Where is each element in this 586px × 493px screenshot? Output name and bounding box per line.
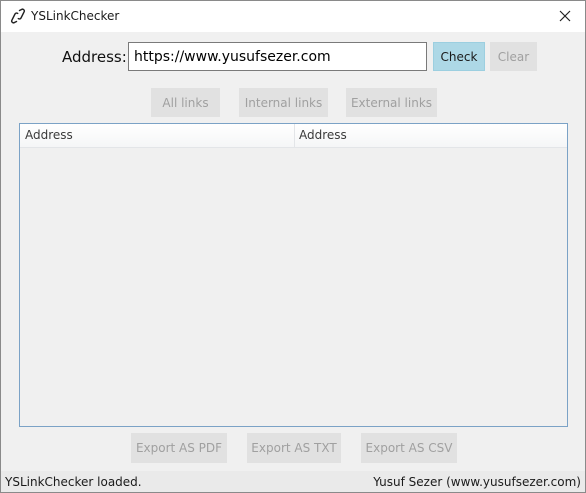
- author-credit: Yusuf Sezer (www.yusufsezer.com): [373, 475, 581, 489]
- external-links-button[interactable]: External links: [346, 88, 437, 117]
- export-csv-button[interactable]: Export AS CSV: [361, 433, 457, 463]
- status-message: YSLinkChecker loaded.: [5, 475, 142, 489]
- address-label: Address:: [62, 48, 127, 66]
- close-button[interactable]: [545, 1, 585, 32]
- links-list[interactable]: Address Address: [19, 123, 568, 427]
- export-pdf-button[interactable]: Export AS PDF: [131, 433, 227, 463]
- list-header: Address Address: [20, 124, 567, 148]
- link-icon: [10, 8, 26, 24]
- check-button[interactable]: Check: [433, 42, 485, 71]
- clear-button[interactable]: Clear: [490, 42, 537, 71]
- export-txt-button[interactable]: Export AS TXT: [247, 433, 341, 463]
- address-input[interactable]: [128, 42, 427, 71]
- column-header-address-2[interactable]: Address: [294, 124, 567, 147]
- internal-links-button[interactable]: Internal links: [239, 88, 328, 117]
- close-icon: [559, 7, 571, 26]
- title-bar[interactable]: YSLinkChecker: [1, 1, 585, 32]
- app-window: YSLinkChecker Address: Check Clear All l…: [0, 0, 586, 493]
- status-bar: YSLinkChecker loaded. Yusuf Sezer (www.y…: [1, 471, 585, 492]
- window-title: YSLinkChecker: [31, 9, 120, 23]
- column-header-address[interactable]: Address: [20, 124, 294, 147]
- all-links-button[interactable]: All links: [151, 88, 220, 117]
